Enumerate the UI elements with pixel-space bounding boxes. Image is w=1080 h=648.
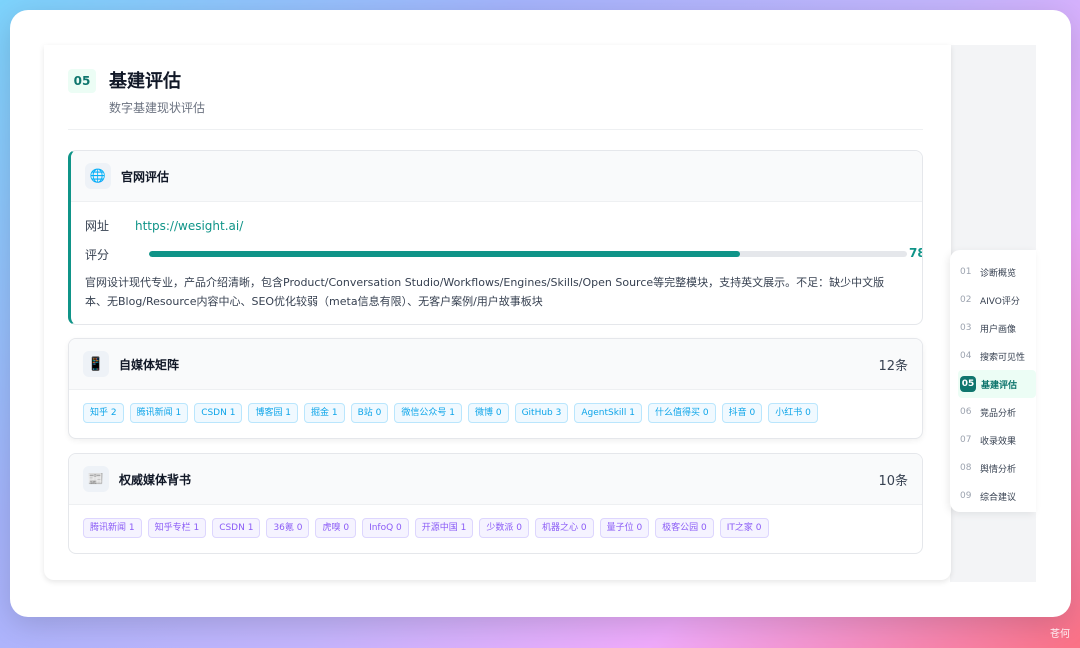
platform-tag[interactable]: 小红书 0 — [768, 403, 818, 423]
page-title: 基建评估 — [109, 71, 181, 92]
nav-item-number: 05 — [960, 376, 976, 392]
nav-item-02[interactable]: 02 AIVO评分 — [950, 286, 1036, 314]
card-header: 📰 权威媒体背书 10条 — [69, 454, 922, 505]
authority-count: 10条 — [878, 473, 908, 489]
globe-icon: 🌐 — [85, 163, 111, 189]
nav-item-number: 02 — [960, 295, 972, 305]
card-title: 官网评估 — [121, 169, 170, 184]
card-header: 📱 自媒体矩阵 12条 — [69, 339, 922, 390]
platform-tag[interactable]: B站 0 — [350, 403, 389, 423]
platform-tag[interactable]: InfoQ 0 — [362, 518, 409, 538]
platform-tag[interactable]: 少数派 0 — [479, 518, 529, 538]
platform-tag[interactable]: CSDN 1 — [212, 518, 261, 538]
platform-tag[interactable]: 虎嗅 0 — [315, 518, 357, 538]
score-label: 评分 — [85, 248, 110, 262]
platform-tag[interactable]: 什么值得买 0 — [648, 403, 716, 423]
card-header: 🌐 官网评估 — [71, 151, 922, 202]
nav-item-label: 综合建议 — [980, 492, 1017, 503]
nav-item-label: 竞品分析 — [980, 408, 1017, 419]
score-progress-bar — [149, 251, 907, 257]
nav-item-number: 09 — [960, 491, 972, 501]
nav-item-07[interactable]: 07 收录效果 — [950, 426, 1036, 454]
platform-tag[interactable]: GitHub 3 — [514, 403, 569, 423]
platform-tag[interactable]: 博客园 1 — [248, 403, 299, 423]
section-header: 05 基建评估 数字基建现状评估 — [68, 67, 923, 130]
platform-tag[interactable]: 知乎专栏 1 — [147, 518, 207, 538]
nav-item-number: 07 — [960, 435, 972, 445]
page-subtitle: 数字基建现状评估 — [109, 101, 206, 115]
media-count: 12条 — [878, 358, 908, 374]
nav-item-number: 01 — [960, 267, 972, 277]
nav-item-number: 03 — [960, 323, 972, 333]
section-nav: 01 诊断概览 02 AIVO评分 03 用户画像 04 搜索可见性 05 基建评估 06 竞品分析 0… — [950, 250, 1036, 512]
platform-tag[interactable]: 微信公众号 1 — [394, 403, 462, 423]
nav-item-label: 收录效果 — [980, 436, 1017, 447]
website-url-link[interactable]: https://wesight.ai/ — [135, 219, 243, 233]
nav-item-label: 搜索可见性 — [980, 352, 1026, 363]
nav-item-08[interactable]: 08 舆情分析 — [950, 454, 1036, 482]
app-window: 05 基建评估 数字基建现状评估 🌐 官网评估 网址 https://wesig… — [10, 10, 1071, 617]
nav-item-number: 08 — [960, 463, 972, 473]
platform-tag[interactable]: IT之家 0 — [719, 518, 769, 538]
nav-item-label: 用户画像 — [980, 324, 1017, 335]
nav-item-01[interactable]: 01 诊断概览 — [950, 258, 1036, 286]
nav-item-04[interactable]: 04 搜索可见性 — [950, 342, 1036, 370]
platform-tag[interactable]: CSDN 1 — [194, 403, 243, 423]
nav-item-03[interactable]: 03 用户画像 — [950, 314, 1036, 342]
platform-tag[interactable]: 知乎 2 — [83, 403, 124, 423]
card-title: 自媒体矩阵 — [119, 357, 180, 372]
card-title: 权威媒体背书 — [119, 472, 192, 487]
nav-item-label: 舆情分析 — [980, 464, 1017, 475]
website-description: 官网设计现代专业，产品介绍清晰，包含Product/Conversation S… — [85, 276, 885, 308]
authority-tag-list: 腾讯新闻 1 知乎专栏 1 CSDN 1 36氪 0 虎嗅 0 InfoQ 0 开源中国 1… — [83, 518, 769, 538]
platform-tag[interactable]: 机器之心 0 — [534, 518, 594, 538]
url-row: 网址 https://wesight.ai/ — [85, 217, 243, 234]
nav-item-number: 06 — [960, 407, 972, 417]
phone-icon: 📱 — [83, 351, 109, 377]
section-number-badge: 05 — [68, 69, 96, 93]
score-value: 78 — [909, 246, 922, 260]
website-evaluation-card: 🌐 官网评估 网址 https://wesight.ai/ 评分 78 官网设计… — [68, 150, 923, 325]
nav-item-05[interactable]: 05 基建评估 — [958, 370, 1036, 398]
url-label: 网址 — [85, 219, 110, 233]
score-row: 评分 78 — [85, 246, 922, 262]
authority-media-card: 📰 权威媒体背书 10条 腾讯新闻 1 知乎专栏 1 CSDN 1 36氪 0 虎嗅 0… — [68, 453, 923, 554]
platform-tag[interactable]: 掘金 1 — [304, 403, 345, 423]
nav-item-label: 诊断概览 — [980, 268, 1017, 279]
platform-tag[interactable]: AgentSkill 1 — [574, 403, 643, 423]
nav-item-06[interactable]: 06 竞品分析 — [950, 398, 1036, 426]
platform-tag[interactable]: 微博 0 — [467, 403, 509, 423]
score-progress-fill — [149, 251, 741, 257]
platform-tag[interactable]: 抖音 0 — [721, 403, 763, 423]
nav-item-label: AIVO评分 — [980, 296, 1020, 307]
main-content: 05 基建评估 数字基建现状评估 🌐 官网评估 网址 https://wesig… — [44, 45, 951, 580]
platform-tag[interactable]: 开源中国 1 — [414, 518, 474, 538]
nav-item-09[interactable]: 09 综合建议 — [950, 482, 1036, 510]
media-matrix-card: 📱 自媒体矩阵 12条 知乎 2 腾讯新闻 1 CSDN 1 博客园 1 掘金 1 B站 … — [68, 338, 923, 439]
platform-tag[interactable]: 腾讯新闻 1 — [83, 518, 142, 538]
platform-tag[interactable]: 极客公园 0 — [655, 518, 714, 538]
nav-item-number: 04 — [960, 351, 972, 361]
media-tag-list: 知乎 2 腾讯新闻 1 CSDN 1 博客园 1 掘金 1 B站 0 微信公众号 1 微博 0… — [83, 403, 818, 423]
platform-tag[interactable]: 量子位 0 — [599, 518, 650, 538]
newspaper-icon: 📰 — [83, 466, 109, 492]
platform-tag[interactable]: 腾讯新闻 1 — [129, 403, 189, 423]
platform-tag[interactable]: 36氪 0 — [266, 518, 310, 538]
nav-item-label: 基建评估 — [981, 380, 1018, 391]
watermark: 苍何 — [1050, 629, 1070, 640]
